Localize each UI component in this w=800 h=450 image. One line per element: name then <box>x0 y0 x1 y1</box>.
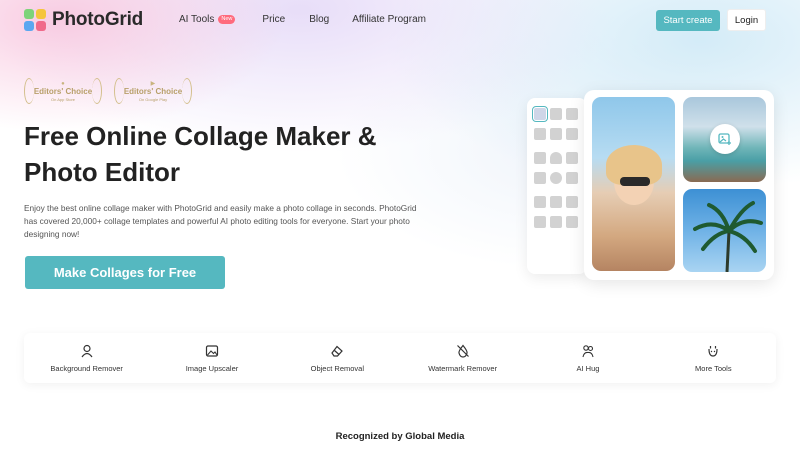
collage-template[interactable] <box>566 152 578 164</box>
laurel-left-icon <box>114 78 124 104</box>
award-subtitle: On App Store <box>50 96 75 102</box>
collage-template[interactable] <box>532 106 548 122</box>
collage-template[interactable] <box>566 108 578 120</box>
drop-slash-icon <box>456 344 469 358</box>
logo-text: PhotoGrid <box>52 9 144 30</box>
tool-more-tools[interactable]: More Tools <box>651 333 776 383</box>
add-photo-button[interactable] <box>710 124 740 154</box>
collage-template[interactable] <box>566 196 578 208</box>
start-create-button[interactable]: Start create <box>656 10 720 31</box>
apple-icon: ● <box>61 80 65 87</box>
collage-template[interactable] <box>534 216 546 228</box>
award-title: Editors' Choice <box>123 86 183 96</box>
nav-affiliate-program[interactable]: Affiliate Program <box>352 14 426 25</box>
collage-template[interactable] <box>550 216 562 228</box>
award-google-play: ▶ Editors' Choice On Google Play <box>114 76 192 106</box>
google-play-icon: ▶ <box>150 80 156 87</box>
collage-template[interactable] <box>534 172 546 184</box>
hug-icon <box>582 344 594 357</box>
tools-bar: Background Remover Image Upscaler Object… <box>24 333 776 383</box>
tool-label: Image Upscaler <box>185 363 239 373</box>
collage-template[interactable] <box>534 152 546 164</box>
award-subtitle: On Google Play <box>138 96 168 102</box>
collage-template[interactable] <box>550 128 562 140</box>
hero-title: Free Online Collage Maker & Photo Editor <box>24 121 377 187</box>
tool-watermark-remover[interactable]: Watermark Remover <box>400 333 525 383</box>
collage-template[interactable] <box>550 108 562 120</box>
image-icon <box>205 344 219 357</box>
recognized-heading: Recognized by Global Media <box>335 431 465 442</box>
more-tools-icon <box>708 345 718 357</box>
collage-template[interactable] <box>534 196 546 208</box>
nav-blog[interactable]: Blog <box>309 14 329 25</box>
collage-template[interactable] <box>550 196 562 208</box>
collage-template[interactable] <box>566 128 578 140</box>
hero-description: Enjoy the best online collage maker with… <box>24 203 417 239</box>
make-collages-button[interactable]: Make Collages for Free <box>25 256 225 289</box>
tool-label: AI Hug <box>576 363 600 373</box>
tool-label: Object Removal <box>310 363 364 373</box>
tool-background-remover[interactable]: Background Remover <box>24 333 149 383</box>
tool-label: Background Remover <box>50 363 123 373</box>
collage-template[interactable] <box>566 172 578 184</box>
collage-template[interactable] <box>566 216 578 228</box>
cloud-template[interactable] <box>550 172 562 184</box>
person-outline-icon <box>81 344 93 357</box>
tool-object-removal[interactable]: Object Removal <box>275 333 400 383</box>
nav-affiliate-label: Affiliate Program <box>352 14 426 25</box>
award-title: Editors' Choice <box>33 86 93 96</box>
collage-template[interactable] <box>534 128 546 140</box>
collage-photo-selfie[interactable] <box>592 97 675 271</box>
tool-label: More Tools <box>695 363 732 373</box>
sunglasses-shape <box>620 177 650 186</box>
photogrid-logo-icon <box>24 9 46 31</box>
tool-label: Watermark Remover <box>428 363 498 373</box>
nav-ai-tools-label: AI Tools <box>179 14 215 25</box>
tool-image-upscaler[interactable]: Image Upscaler <box>149 333 274 383</box>
laurel-right-icon <box>92 78 102 104</box>
nav-price[interactable]: Price <box>262 14 285 25</box>
new-badge: New <box>218 15 236 24</box>
add-image-icon <box>718 133 731 145</box>
nav-blog-label: Blog <box>309 14 330 25</box>
tool-ai-hug[interactable]: AI Hug <box>525 333 650 383</box>
template-panel <box>527 98 587 274</box>
main-nav: AI Tools New Price Blog Affiliate Progra… <box>179 14 426 25</box>
laurel-left-icon <box>24 78 34 104</box>
laurel-right-icon <box>182 78 192 104</box>
award-app-store: ● Editors' Choice On App Store <box>24 76 102 106</box>
nav-ai-tools[interactable]: AI Tools New <box>179 14 236 25</box>
eraser-icon <box>331 345 344 357</box>
heart-template[interactable] <box>550 152 562 164</box>
palm-tree-icon <box>693 201 763 272</box>
login-button[interactable]: Login <box>727 9 766 31</box>
collage-photo-palm[interactable] <box>683 189 766 272</box>
nav-price-label: Price <box>262 14 286 25</box>
logo[interactable]: PhotoGrid <box>24 9 143 31</box>
